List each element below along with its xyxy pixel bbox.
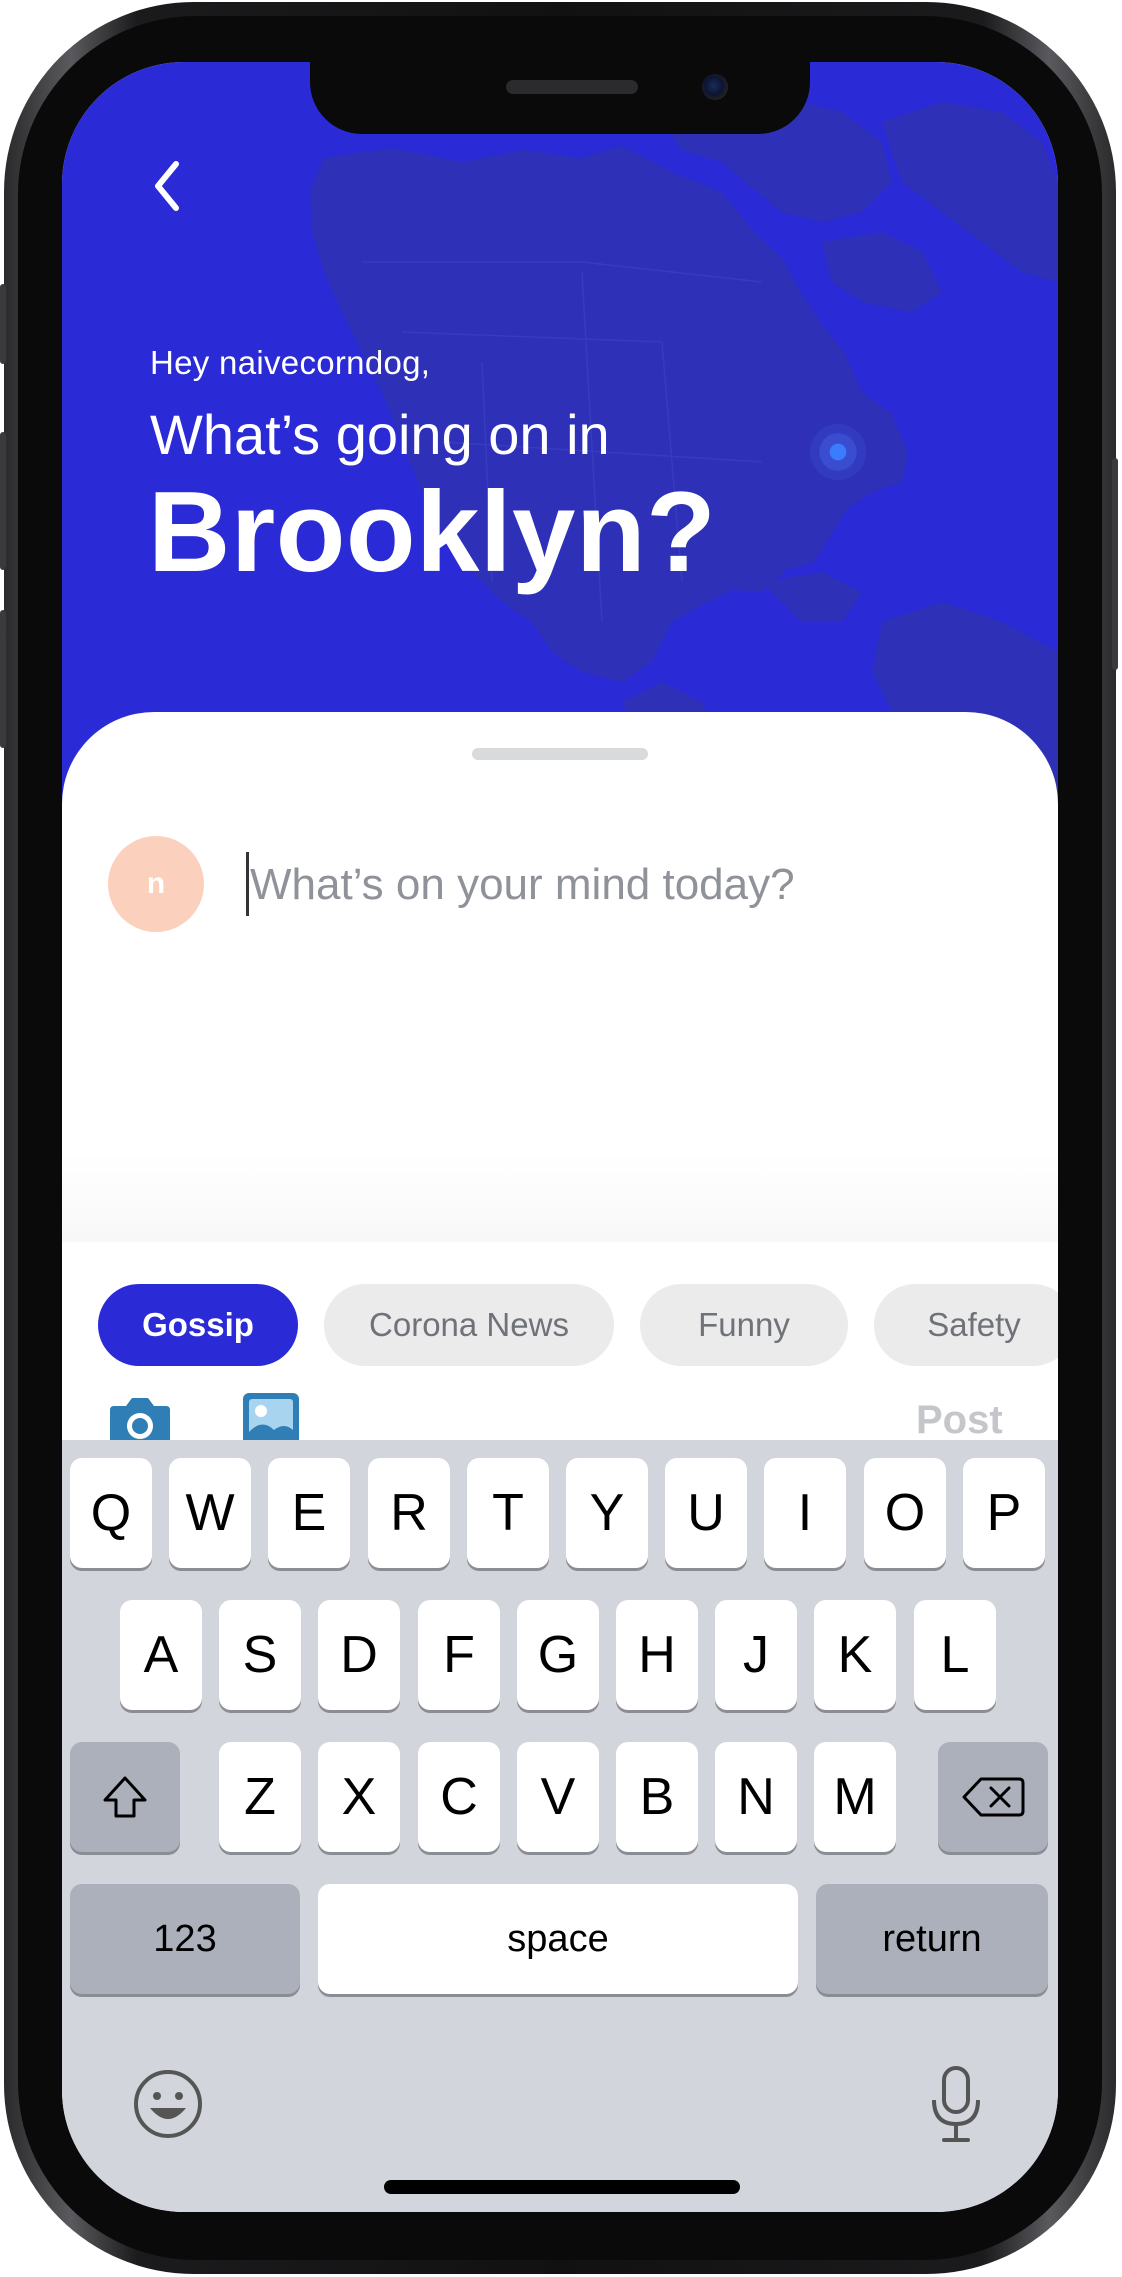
tag-corona-news[interactable]: Corona News (324, 1284, 614, 1366)
volume-down-button (0, 610, 6, 748)
tag-safety[interactable]: Safety (874, 1284, 1058, 1366)
home-indicator[interactable] (384, 2180, 740, 2194)
key-o[interactable]: O (864, 1458, 946, 1568)
delete-icon (962, 1777, 1025, 1817)
key-x[interactable]: X (318, 1742, 400, 1852)
key-q[interactable]: Q (70, 1458, 152, 1568)
key-z[interactable]: Z (219, 1742, 301, 1852)
numbers-key[interactable]: 123 (70, 1884, 300, 1994)
power-button (1112, 458, 1118, 670)
screen: Hey naivecorndog, What’s going on in Bro… (62, 62, 1058, 2212)
chevron-left-icon (155, 161, 179, 211)
key-l[interactable]: L (914, 1600, 996, 1710)
key-f[interactable]: F (418, 1600, 500, 1710)
delete-key[interactable] (938, 1742, 1048, 1852)
key-d[interactable]: D (318, 1600, 400, 1710)
avatar: n (108, 836, 204, 932)
shift-icon (103, 1776, 147, 1818)
tag-funny[interactable]: Funny (640, 1284, 848, 1366)
emoji-button[interactable] (132, 2068, 204, 2140)
key-g[interactable]: G (517, 1600, 599, 1710)
key-a[interactable]: A (120, 1600, 202, 1710)
key-b[interactable]: B (616, 1742, 698, 1852)
key-m[interactable]: M (814, 1742, 896, 1852)
headline-text: What’s going on in (150, 403, 610, 466)
space-key[interactable]: space (318, 1884, 798, 1994)
key-y[interactable]: Y (566, 1458, 648, 1568)
drag-handle[interactable] (472, 748, 648, 760)
microphone-button[interactable] (928, 2064, 984, 2144)
keyboard: Q W E R T Y U I O P A S D F G H J K L Z … (62, 1440, 1058, 2212)
composer-sheet: n Gossip Corona News Funny Safety (62, 712, 1058, 1449)
tag-list: Gossip Corona News Funny Safety (98, 1284, 1058, 1370)
return-key[interactable]: return (816, 1884, 1048, 1994)
text-cursor (246, 852, 249, 916)
key-v[interactable]: V (517, 1742, 599, 1852)
volume-up-button (0, 432, 6, 570)
front-camera (702, 74, 728, 100)
key-t[interactable]: T (467, 1458, 549, 1568)
key-c[interactable]: C (418, 1742, 500, 1852)
notch (310, 62, 810, 134)
key-j[interactable]: J (715, 1600, 797, 1710)
key-h[interactable]: H (616, 1600, 698, 1710)
mute-switch (0, 284, 6, 364)
key-n[interactable]: N (715, 1742, 797, 1852)
microphone-icon (932, 2066, 980, 2142)
location-pin-icon (810, 424, 866, 480)
key-u[interactable]: U (665, 1458, 747, 1568)
key-i[interactable]: I (764, 1458, 846, 1568)
key-k[interactable]: K (814, 1600, 896, 1710)
key-e[interactable]: E (268, 1458, 350, 1568)
emoji-icon (134, 2070, 202, 2138)
shift-key[interactable] (70, 1742, 180, 1852)
greeting-text: Hey naivecorndog, (150, 344, 431, 381)
speaker (506, 80, 638, 94)
post-button[interactable]: Post (916, 1398, 1003, 1443)
key-s[interactable]: S (219, 1600, 301, 1710)
back-button[interactable] (140, 146, 200, 226)
key-p[interactable]: P (963, 1458, 1045, 1568)
city-title: Brooklyn? (148, 469, 717, 596)
post-input[interactable] (250, 842, 1010, 928)
tag-gossip[interactable]: Gossip (98, 1284, 298, 1366)
composer-fade (62, 1152, 1058, 1242)
key-w[interactable]: W (169, 1458, 251, 1568)
key-r[interactable]: R (368, 1458, 450, 1568)
